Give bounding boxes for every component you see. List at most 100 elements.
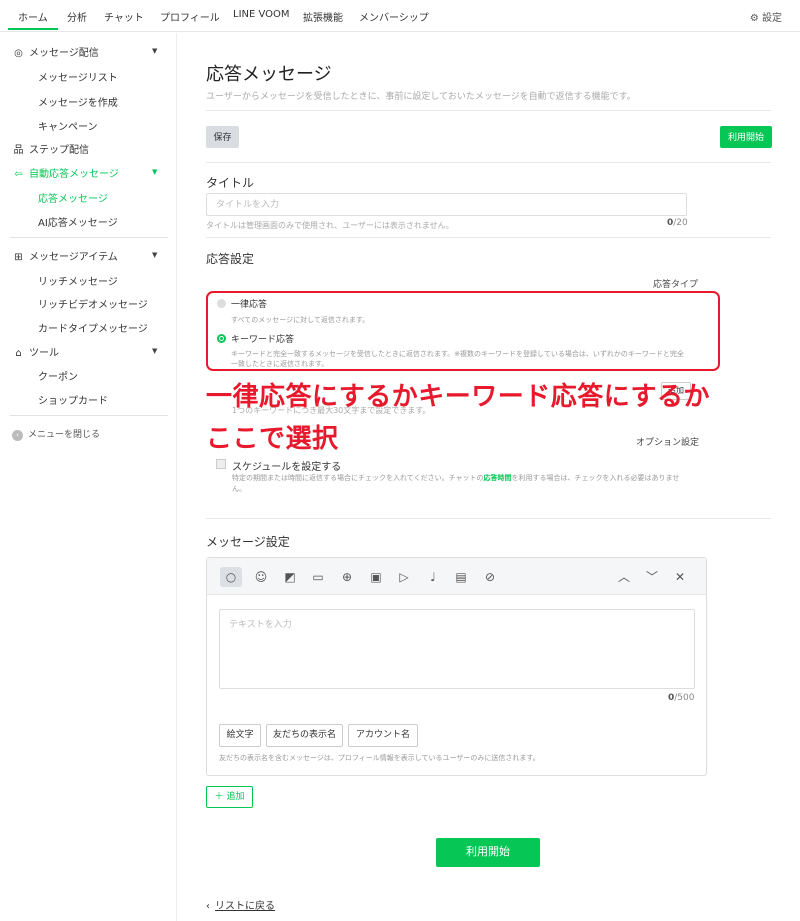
add-message-button[interactable]: ＋ 追加 bbox=[206, 786, 253, 808]
divider bbox=[206, 110, 771, 111]
sidebar-item-ai-reply[interactable]: AI応答メッセージ bbox=[38, 214, 118, 229]
radio-keyword[interactable] bbox=[217, 334, 226, 343]
tab-profile[interactable]: プロフィール bbox=[160, 9, 220, 24]
video-icon[interactable]: ▣ bbox=[365, 567, 387, 587]
caret-down-icon[interactable]: ▼ bbox=[152, 347, 157, 355]
sidebar: ◎ メッセージ配信 ▼ メッセージリスト メッセージを作成 キャンペーン 品ステッ… bbox=[0, 33, 177, 921]
uniform-reply-desc: すべてのメッセージに対して返信されます。 bbox=[231, 316, 370, 324]
sticker-icon[interactable]: ◩ bbox=[279, 567, 301, 587]
sidebar-item-auto-reply[interactable]: ⇦ 自動応答メッセージ bbox=[12, 165, 119, 180]
schedule-desc-text: 特定の期間または時間に返信する場合にチェックを入れてください。チャットの bbox=[232, 474, 484, 482]
smiley-icon[interactable]: ☺ bbox=[250, 567, 272, 587]
top-navigation: ホーム 分析 チャット プロフィール LINE VOOM 拡張機能 メンバーシッ… bbox=[0, 0, 800, 32]
hierarchy-icon: 品 bbox=[13, 145, 24, 156]
title-max: /20 bbox=[673, 218, 688, 228]
option-settings-label: オプション設定 bbox=[636, 438, 700, 448]
sidebar-item-rich-message[interactable]: リッチメッセージ bbox=[38, 273, 118, 288]
sidebar-item-campaign[interactable]: キャンペーン bbox=[38, 118, 98, 133]
sidebar-item-label: ステップ配信 bbox=[29, 145, 89, 156]
schedule-label[interactable]: スケジュールを設定する bbox=[232, 458, 341, 473]
keyword-reply-label[interactable]: キーワード応答 bbox=[231, 332, 294, 345]
friend-name-button[interactable]: 友だちの表示名 bbox=[266, 724, 343, 747]
schedule-desc-text-3: ん。 bbox=[232, 485, 246, 493]
sidebar-item-message-list[interactable]: メッセージリスト bbox=[38, 69, 118, 84]
plus-square-icon: ⊞ bbox=[14, 252, 23, 263]
tab-line-voom[interactable]: LINE VOOM bbox=[233, 9, 290, 20]
sidebar-item-label: メッセージ配信 bbox=[29, 48, 99, 59]
emoji-button[interactable]: 絵文字 bbox=[219, 724, 261, 747]
title-counter: 0/20 bbox=[667, 218, 688, 228]
caret-down-icon[interactable]: ▼ bbox=[152, 168, 157, 176]
schedule-desc-text-2: を利用する場合は、チェックを入れる必要はありませ bbox=[511, 474, 680, 482]
sidebar-item-label: 自動応答メッセージ bbox=[29, 169, 119, 180]
keyword-reply-desc: キーワードと完全一致するメッセージを受信したときに返信されます。※複数のキーワー… bbox=[231, 350, 684, 358]
broadcast-icon: ◎ bbox=[14, 48, 23, 59]
account-name-button[interactable]: アカウント名 bbox=[348, 724, 418, 747]
tab-analytics[interactable]: 分析 bbox=[67, 9, 87, 24]
title-hint: タイトルは管理画面のみで使用され、ユーザーには表示されません。 bbox=[206, 221, 454, 230]
speech-bubble-icon[interactable]: ○ bbox=[220, 567, 242, 587]
start-button-bottom[interactable]: 利用開始 bbox=[436, 838, 540, 867]
back-label: リストに戻る bbox=[215, 901, 275, 912]
divider bbox=[206, 162, 771, 163]
reply-icon: ⇦ bbox=[14, 169, 23, 180]
editor-hint: 友だちの表示名を含むメッセージは、プロフィール情報を表示しているユーザーのみに送… bbox=[219, 754, 540, 762]
text-max: /500 bbox=[674, 693, 695, 703]
start-button[interactable]: 利用開始 bbox=[720, 126, 772, 148]
sidebar-item-label: ツール bbox=[29, 348, 59, 359]
sidebar-divider bbox=[10, 415, 168, 416]
card-icon[interactable]: ▤ bbox=[450, 567, 472, 587]
chevron-down-icon[interactable]: ﹀ bbox=[641, 567, 663, 587]
compass-icon[interactable]: ⊘ bbox=[479, 567, 501, 587]
sidebar-item-shop-card[interactable]: ショップカード bbox=[38, 392, 108, 407]
sidebar-item-tools[interactable]: ⌂ ツール bbox=[12, 344, 59, 359]
schedule-desc: 特定の期間または時間に返信する場合にチェックを入れてください。チャットの応答時間… bbox=[232, 473, 698, 495]
add-label: 追加 bbox=[226, 792, 245, 802]
mic-icon[interactable]: ♩ bbox=[422, 567, 444, 587]
tab-extensions[interactable]: 拡張機能 bbox=[303, 9, 343, 24]
reply-type-label: 応答タイプ bbox=[653, 280, 699, 290]
sidebar-item-create-message[interactable]: メッセージを作成 bbox=[38, 94, 118, 109]
keyword-reply-desc-cont: 一致したときに返信されます。 bbox=[231, 360, 329, 368]
page-description: ユーザーからメッセージを受信したときに、事前に設定しておいたメッセージを自動で返… bbox=[206, 92, 636, 102]
caret-down-icon[interactable]: ▼ bbox=[152, 47, 157, 55]
sidebar-item-coupon[interactable]: クーポン bbox=[38, 368, 78, 383]
reply-hours-link[interactable]: 応答時間 bbox=[484, 474, 512, 482]
sidebar-item-rich-video[interactable]: リッチビデオメッセージ bbox=[38, 296, 148, 311]
settings-link[interactable]: ⚙ 設定 bbox=[750, 9, 782, 24]
image-icon[interactable]: ▭ bbox=[307, 567, 329, 587]
chevron-left-icon: ‹ bbox=[12, 430, 23, 441]
schedule-checkbox[interactable] bbox=[216, 459, 226, 469]
annotation-text-2: ここで選択 bbox=[206, 424, 339, 454]
coupon-icon[interactable]: ⊕ bbox=[336, 567, 358, 587]
shop-icon: ⌂ bbox=[15, 348, 22, 359]
tab-home[interactable]: ホーム bbox=[8, 9, 58, 30]
title-section-heading: タイトル bbox=[206, 176, 255, 190]
save-button[interactable]: 保存 bbox=[206, 126, 239, 148]
close-icon[interactable]: ✕ bbox=[669, 567, 691, 587]
play-icon[interactable]: ▷ bbox=[393, 567, 415, 587]
settings-label: 設定 bbox=[762, 13, 782, 24]
tab-chat[interactable]: チャット bbox=[104, 9, 144, 24]
plus-icon: ＋ bbox=[214, 792, 224, 802]
sidebar-item-card-type[interactable]: カードタイプメッセージ bbox=[38, 320, 148, 335]
sidebar-divider bbox=[10, 237, 168, 238]
sidebar-item-reply-message[interactable]: 応答メッセージ bbox=[38, 190, 108, 205]
chevron-up-icon[interactable]: ︿ bbox=[613, 567, 635, 587]
close-menu-button[interactable]: ‹ メニューを閉じる bbox=[12, 427, 100, 441]
message-editor: ○ ☺ ◩ ▭ ⊕ ▣ ▷ ♩ ▤ ⊘ ︿ ﹀ ✕ 0/500 絵文字 友だちの… bbox=[206, 557, 707, 776]
chevron-left-icon: ‹ bbox=[206, 901, 210, 912]
tab-membership[interactable]: メンバーシップ bbox=[359, 9, 429, 24]
sidebar-item-message-delivery[interactable]: ◎ メッセージ配信 bbox=[12, 44, 99, 59]
message-text-input[interactable] bbox=[219, 609, 695, 689]
uniform-reply-label[interactable]: 一律応答 bbox=[231, 297, 267, 310]
caret-down-icon[interactable]: ▼ bbox=[152, 251, 157, 259]
sidebar-item-step-delivery[interactable]: 品ステップ配信 bbox=[12, 141, 90, 156]
back-to-list-link[interactable]: ‹ リストに戻る bbox=[206, 897, 275, 912]
sidebar-item-message-items[interactable]: ⊞ メッセージアイテム bbox=[12, 248, 118, 263]
annotation-text: 一律応答にするかキーワード応答にするか bbox=[206, 382, 711, 412]
radio-uniform[interactable] bbox=[217, 299, 226, 308]
gear-icon: ⚙ bbox=[749, 13, 759, 24]
title-input[interactable] bbox=[206, 193, 687, 216]
text-counter: 0/500 bbox=[668, 693, 694, 703]
